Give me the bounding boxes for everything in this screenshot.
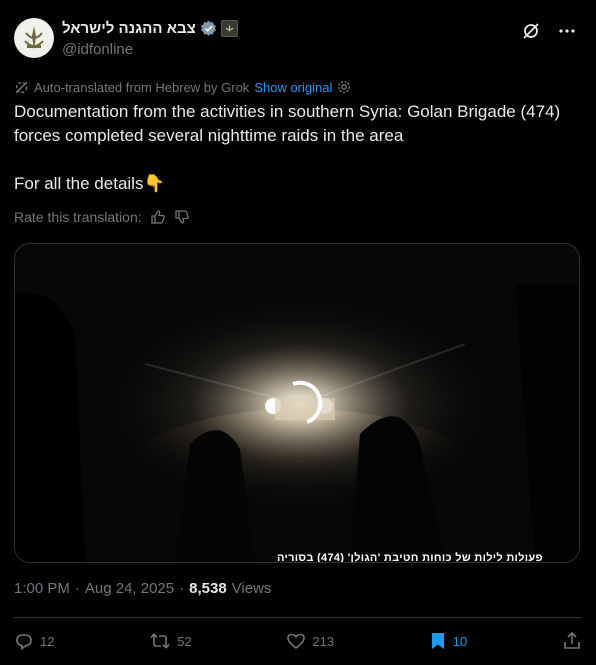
affiliate-badge-icon[interactable]: [220, 19, 238, 37]
idf-logo-icon: [18, 22, 50, 54]
avatar[interactable]: [14, 18, 54, 58]
display-name[interactable]: צבא ההגנה לישראל: [62, 20, 196, 37]
translation-text: Auto-translated from Hebrew by Grok: [34, 79, 250, 95]
translation-notice: Auto-translated from Hebrew by Grok Show…: [14, 78, 351, 96]
thumbs-down-icon[interactable]: [174, 209, 190, 225]
rate-translation: Rate this translation:: [14, 209, 190, 225]
header-actions: [520, 20, 578, 42]
views-label: Views: [231, 580, 272, 597]
grok-icon[interactable]: [520, 20, 542, 42]
tweet-text: Documentation from the activities in sou…: [14, 102, 561, 193]
more-icon[interactable]: [556, 20, 578, 42]
translate-icon: [15, 81, 28, 93]
settings-icon[interactable]: [337, 80, 351, 94]
verified-badge-icon[interactable]: [200, 20, 217, 37]
bookmark-icon: [431, 633, 444, 649]
rate-label: Rate this translation:: [14, 209, 142, 225]
author-names: צבא ההגנה לישראל @idfonline: [62, 18, 238, 58]
reply-count: 12: [40, 633, 55, 649]
reply-button[interactable]: 12: [14, 631, 54, 651]
video-media[interactable]: פעולות לילות של כוחות חטיבת 'הגולן' (474…: [14, 243, 580, 563]
repost-icon: [150, 633, 170, 649]
handle[interactable]: @idfonline: [62, 41, 238, 58]
share-button[interactable]: [562, 631, 582, 651]
tweet-header: צבא ההגנה לישראל @idfonline: [14, 16, 582, 64]
bookmark-button[interactable]: 10: [429, 631, 467, 651]
repost-button[interactable]: 52: [149, 631, 192, 651]
tweet-time[interactable]: 1:00 PM: [14, 580, 70, 597]
meta-separator: ·: [74, 580, 80, 597]
like-count: 213: [312, 633, 335, 649]
divider: [14, 617, 582, 618]
meta-separator: ·: [179, 580, 185, 597]
repost-count: 52: [177, 633, 192, 649]
tweet-actions: 12 52 213 10: [14, 628, 582, 654]
like-icon: [287, 633, 306, 650]
night-raid-video-frame: [15, 244, 579, 562]
show-original-link[interactable]: Show original: [254, 80, 332, 95]
thumbs-up-icon[interactable]: [150, 209, 166, 225]
views-count: 8,538: [189, 580, 227, 597]
video-caption: פעולות לילות של כוחות חטיבת 'הגולן' (474…: [277, 552, 543, 563]
tweet-date[interactable]: Aug 24, 2025: [85, 580, 174, 597]
share-icon: [564, 631, 580, 649]
tweet-meta: 1:00 PM · Aug 24, 2025 · 8,538 Views: [14, 580, 271, 597]
reply-icon: [16, 634, 32, 651]
like-button[interactable]: 213: [286, 631, 334, 651]
bookmark-count: 10: [452, 633, 468, 649]
